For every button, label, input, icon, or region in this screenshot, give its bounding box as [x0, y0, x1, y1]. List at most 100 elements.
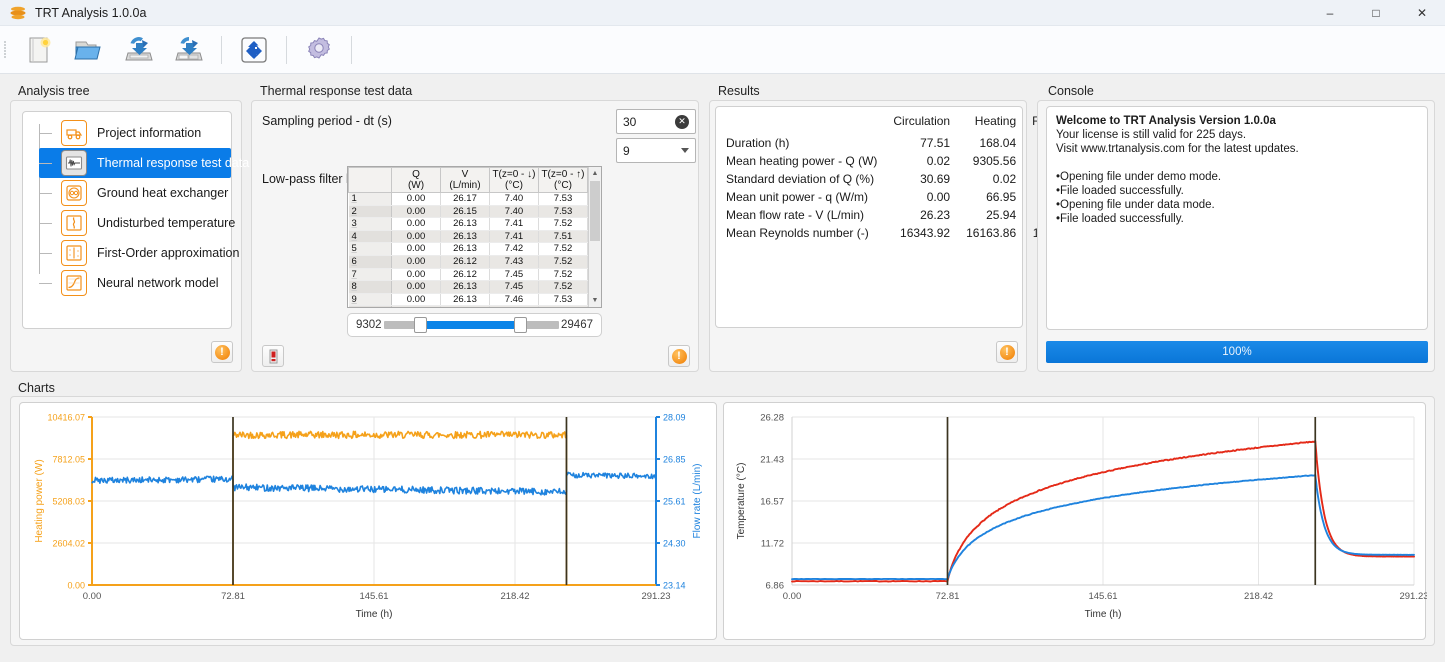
- table-cell: 26.12: [440, 255, 490, 269]
- analysis-tree-panel: Project information Thermal response test…: [10, 100, 249, 372]
- close-button[interactable]: ✕: [1399, 0, 1445, 26]
- undisturbed-temp-icon: [61, 210, 87, 236]
- svg-text:11.72: 11.72: [761, 539, 784, 550]
- slider-track[interactable]: [383, 317, 560, 333]
- results-corner: [716, 111, 885, 134]
- svg-text:218.42: 218.42: [500, 591, 529, 602]
- svg-text:24.30: 24.30: [663, 539, 686, 549]
- table-cell: 7.40: [489, 205, 539, 219]
- tree-item-thermal-response-test-data[interactable]: Thermal response test data: [39, 148, 249, 178]
- svg-text:Heating power (W): Heating power (W): [34, 459, 45, 542]
- results-column-header: Circulation: [893, 114, 951, 128]
- results-info-button[interactable]: !: [996, 341, 1018, 363]
- tree-item-first-order-approximation[interactable]: First-Order approximation: [39, 238, 239, 268]
- table-row[interactable]: 100.0026.137.477.54: [348, 305, 588, 307]
- table-cell: 7.52: [538, 280, 588, 294]
- row-header: 9: [348, 293, 393, 307]
- minimize-button[interactable]: –: [1307, 0, 1353, 26]
- analysis-tree-info-button[interactable]: !: [211, 341, 233, 363]
- open-file-button[interactable]: [67, 30, 111, 70]
- sampling-period-input[interactable]: 30 ✕: [616, 109, 696, 134]
- table-cell: 0.00: [391, 293, 441, 307]
- scroll-up-icon[interactable]: ▲: [589, 167, 601, 180]
- table-row[interactable]: 1 0.00 26.17 7.40 7.53: [348, 192, 588, 206]
- table-row[interactable]: 3 0.00 26.13 7.41 7.52: [348, 217, 588, 231]
- column-header-1[interactable]: Q (W): [391, 167, 441, 193]
- tree-item-ground-heat-exchanger[interactable]: Ground heat exchanger: [39, 178, 231, 208]
- column-header-2[interactable]: V (L/min): [440, 167, 490, 193]
- app-logo-icon: [9, 4, 27, 22]
- results-value: 0.00: [926, 190, 951, 204]
- grid-vertical-scrollbar[interactable]: ▲ ▼: [588, 167, 601, 307]
- scrollbar-thumb[interactable]: [590, 181, 600, 241]
- table-cell: 7.41: [489, 217, 539, 231]
- row-header: 8: [348, 280, 393, 294]
- delete-data-button[interactable]: [262, 345, 284, 367]
- row-header: 4: [348, 230, 393, 244]
- results-row-label: Mean unit power - q (W/m): [726, 190, 869, 204]
- table-row[interactable]: 2 0.00 26.15 7.40 7.53: [348, 205, 588, 219]
- tree-item-neural-network-model[interactable]: Neural network model: [39, 268, 231, 298]
- toolbar-separator-2: [286, 35, 287, 64]
- table-row[interactable]: 7 0.00 26.12 7.45 7.52: [348, 268, 588, 282]
- tree-item-undisturbed-temperature[interactable]: Undisturbed temperature: [39, 208, 235, 238]
- new-file-button[interactable]: [17, 30, 61, 70]
- table-row[interactable]: 8 0.00 26.13 7.45 7.52: [348, 280, 588, 294]
- save-button[interactable]: [117, 30, 161, 70]
- table-row[interactable]: 6 0.00 26.12 7.43 7.52: [348, 255, 588, 269]
- console-output[interactable]: Welcome to TRT Analysis Version 1.0.0a Yo…: [1046, 106, 1428, 330]
- first-order-icon: [61, 240, 87, 266]
- borehole-icon: [61, 180, 87, 206]
- col-top: Q: [412, 169, 420, 180]
- slider-handle-right[interactable]: [514, 317, 528, 333]
- table-row[interactable]: 9 0.00 26.13 7.46 7.53: [348, 293, 588, 307]
- chart-temperature[interactable]: 6.86 11.72 16.57 21.43 26.28 0.00 72.81 145.61 2…: [723, 402, 1429, 640]
- results-panel-label: Results: [718, 84, 760, 98]
- chart-power-flow-svg: 0.00 2604.02 5208.03 7812.05 10416.07 23.14 24…: [34, 413, 703, 621]
- tree-branch-line: [39, 223, 52, 224]
- clear-icon[interactable]: ✕: [675, 114, 689, 129]
- column-header-0[interactable]: [348, 167, 393, 193]
- table-cell: 26.13: [440, 293, 490, 307]
- data-range-slider[interactable]: 9302 29467: [347, 313, 602, 337]
- settings-button[interactable]: [297, 30, 341, 70]
- chevron-down-icon: [681, 148, 689, 153]
- fullscreen-button[interactable]: [232, 30, 276, 70]
- results-value: 66.95: [986, 190, 1017, 204]
- svg-text:72.81: 72.81: [936, 591, 960, 602]
- table-row[interactable]: 5 0.00 26.13 7.42 7.52: [348, 242, 588, 256]
- table-cell: 7.51: [538, 230, 588, 244]
- svg-text:291.23: 291.23: [641, 591, 670, 602]
- results-value: 25.94: [986, 208, 1017, 222]
- slider-handle-left[interactable]: [414, 317, 428, 333]
- results-body: Duration (h)77.51168.0445.67Mean heating…: [716, 134, 1091, 242]
- sampling-period-value: 30: [623, 114, 637, 129]
- results-row-label: Mean flow rate - V (L/min): [726, 208, 865, 222]
- results-value: 9305.56: [972, 154, 1017, 168]
- trt-data-grid[interactable]: Q (W) V (L/min) T(z=0 - ↓) (°C) T(z=0 - ↑) (°C)…: [347, 166, 602, 308]
- info-warning-icon: !: [999, 344, 1015, 360]
- save-as-button[interactable]: [167, 30, 211, 70]
- table-cell: 26.13: [440, 230, 490, 244]
- toolbar-grip[interactable]: [4, 37, 14, 63]
- tree-item-project-information[interactable]: Project information: [39, 118, 231, 148]
- svg-text:291.23: 291.23: [1399, 591, 1427, 602]
- results-value: 0.02: [926, 154, 951, 168]
- lowpass-filter-select[interactable]: 9: [616, 138, 696, 163]
- window-controls: – □ ✕: [1307, 0, 1445, 26]
- table-cell: 0.00: [391, 230, 441, 244]
- maximize-button[interactable]: □: [1353, 0, 1399, 26]
- results-row: Mean flow rate - V (L/min)26.2325.9426.3…: [716, 206, 1091, 224]
- svg-text:Flow rate (L/min): Flow rate (L/min): [692, 463, 703, 538]
- table-row[interactable]: 4 0.00 26.13 7.41 7.51: [348, 230, 588, 244]
- col-top: V: [461, 169, 469, 180]
- results-row: Mean heating power - Q (W)0.029305.561.2…: [716, 152, 1091, 170]
- column-header-4[interactable]: T(z=0 - ↑) (°C): [537, 167, 588, 193]
- results-table: CirculationHeatingRecovery Duration (h)7…: [716, 111, 1091, 242]
- scroll-down-icon[interactable]: ▼: [589, 294, 601, 307]
- tree-item-label: Ground heat exchanger: [97, 186, 229, 200]
- chart-power-flow[interactable]: 0.00 2604.02 5208.03 7812.05 10416.07 23.14 24…: [19, 402, 717, 640]
- trt-info-button[interactable]: !: [668, 345, 690, 367]
- svg-text:26.85: 26.85: [663, 455, 686, 465]
- column-header-3[interactable]: T(z=0 - ↓) (°C): [488, 167, 539, 193]
